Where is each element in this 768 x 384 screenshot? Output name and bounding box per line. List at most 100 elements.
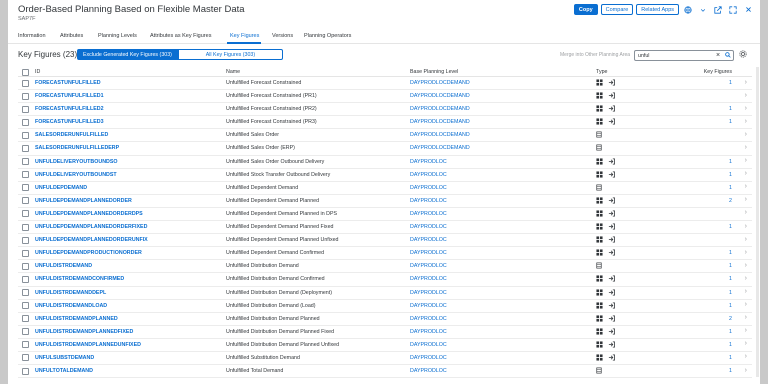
column-header-type[interactable]: Type xyxy=(596,69,607,75)
row-checkbox[interactable] xyxy=(22,354,29,362)
row-checkbox[interactable] xyxy=(22,249,29,257)
row-checkbox[interactable] xyxy=(22,262,29,270)
search-input[interactable]: unful xyxy=(635,53,713,59)
row-id-link[interactable]: UNFULDISTRDEMANDPLANNED xyxy=(35,316,118,322)
row-id-link[interactable]: UNFULDEPDEMANDPLANNEDORDER xyxy=(35,198,132,204)
gear-icon[interactable] xyxy=(739,50,747,60)
chevron-right-icon[interactable]: › xyxy=(745,367,747,374)
row-checkbox[interactable] xyxy=(22,197,29,205)
row-base-planning-level-link[interactable]: DAYPRODLOC xyxy=(410,172,447,178)
row-key-figures-count[interactable]: 1 xyxy=(729,303,732,309)
tab-information[interactable]: Information xyxy=(18,33,46,39)
table-row[interactable]: FORECASTUNFULFILLED2 Unfulfilled Forecast… xyxy=(18,103,752,117)
tab-versions[interactable]: Versions xyxy=(272,33,293,39)
row-key-figures-count[interactable]: 1 xyxy=(729,342,732,348)
fullscreen-icon[interactable] xyxy=(727,4,739,15)
compare-button[interactable]: Compare xyxy=(600,4,634,15)
exclude-generated-button[interactable]: Exclude Generated Key Figures (303) xyxy=(77,49,178,60)
table-row[interactable]: UNFULDEPDEMANDPLANNEDORDERUNFIX Unfulfill… xyxy=(18,234,752,248)
chevron-right-icon[interactable]: › xyxy=(745,327,747,334)
row-key-figures-count[interactable]: 1 xyxy=(729,368,732,374)
table-row[interactable]: SALESORDERUNFULFILLED Unfulfilled Sales O… xyxy=(18,129,752,143)
table-row[interactable]: UNFULDEPDEMANDPLANNEDORDERDPS Unfulfilled… xyxy=(18,208,752,222)
row-checkbox[interactable] xyxy=(22,236,29,244)
row-key-figures-count[interactable]: 1 xyxy=(729,263,732,269)
row-id-link[interactable]: UNFULDISTRDEMANDCONFIRMED xyxy=(35,276,124,282)
table-row[interactable]: UNFULDISTRDEMANDPLANNED Unfulfilled Distr… xyxy=(18,313,752,326)
chevron-right-icon[interactable]: › xyxy=(745,105,747,112)
row-base-planning-level-link[interactable]: DAYPRODLOCDEMAND xyxy=(410,145,470,151)
row-id-link[interactable]: UNFULDELIVERYOUTBOUNDSO xyxy=(35,159,118,165)
row-key-figures-count[interactable]: 1 xyxy=(729,172,732,178)
table-row[interactable]: UNFULDISTRDEMANDCONFIRMED Unfulfilled Dis… xyxy=(18,273,752,287)
row-id-link[interactable]: SALESORDERUNFULFILLEDERP xyxy=(35,145,119,151)
column-header-id[interactable]: ID xyxy=(35,69,40,75)
tab-attributes-as-key-figures[interactable]: Attributes as Key Figures xyxy=(150,33,211,39)
row-base-planning-level-link[interactable]: DAYPRODLOC xyxy=(410,159,447,165)
table-row[interactable]: UNFULDISTRDEMAND Unfulfilled Distribution… xyxy=(18,260,752,274)
row-checkbox[interactable] xyxy=(22,289,29,296)
table-row[interactable]: UNFULDEPDEMANDPRODUCTIONORDER Unfulfilled… xyxy=(18,247,752,261)
row-id-link[interactable]: UNFULDEPDEMANDPRODUCTIONORDER xyxy=(35,250,142,256)
scrollbar[interactable] xyxy=(756,67,759,377)
row-base-planning-level-link[interactable]: DAYPRODLOCDEMAND xyxy=(410,80,470,86)
chevron-right-icon[interactable]: › xyxy=(745,236,747,243)
chevron-right-icon[interactable]: › xyxy=(745,249,747,256)
row-id-link[interactable]: SALESORDERUNFULFILLED xyxy=(35,132,108,138)
row-id-link[interactable]: UNFULDISTRDEMANDPLANNEDUNFIXED xyxy=(35,342,141,348)
row-checkbox[interactable] xyxy=(22,367,29,375)
chevron-right-icon[interactable]: › xyxy=(745,209,747,216)
row-key-figures-count[interactable]: 1 xyxy=(729,106,732,112)
table-row[interactable]: UNFULDEPDEMAND Unfulfilled Dependent Dema… xyxy=(18,182,752,195)
chevron-right-icon[interactable]: › xyxy=(745,144,747,151)
row-base-planning-level-link[interactable]: DAYPRODLOC xyxy=(410,355,447,361)
select-all-checkbox[interactable] xyxy=(22,68,29,76)
table-row[interactable]: UNFULDELIVERYOUTBOUNDST Unfulfilled Stock… xyxy=(18,169,752,182)
row-checkbox[interactable] xyxy=(22,79,29,87)
table-row[interactable]: UNFULDELIVERYOUTBOUNDSO Unfulfilled Sales… xyxy=(18,156,752,169)
table-row[interactable]: UNFULDISTRDEMANDLOAD Unfulfilled Distribu… xyxy=(18,300,752,313)
clear-search-icon[interactable]: × xyxy=(713,52,723,59)
search-field[interactable]: unful × xyxy=(634,50,734,61)
row-id-link[interactable]: UNFULDEPDEMANDPLANNEDORDERDPS xyxy=(35,211,143,217)
row-checkbox[interactable] xyxy=(22,210,29,218)
table-row[interactable]: UNFULTOTALDEMAND Unfulfilled Total Demand… xyxy=(18,365,752,379)
chevron-right-icon[interactable]: › xyxy=(745,170,747,177)
table-row[interactable]: UNFULDISTRDEMANDDEPL Unfulfilled Distribu… xyxy=(18,287,752,300)
row-id-link[interactable]: FORECASTUNFULFILLED xyxy=(35,80,101,86)
row-base-planning-level-link[interactable]: DAYPRODLOCDEMAND xyxy=(410,132,470,138)
close-icon[interactable] xyxy=(742,4,754,15)
row-key-figures-count[interactable]: 1 xyxy=(729,159,732,165)
row-id-link[interactable]: FORECASTUNFULFILLED1 xyxy=(35,93,104,99)
chevron-right-icon[interactable]: › xyxy=(745,353,747,360)
tab-planning-operators[interactable]: Planning Operators xyxy=(304,33,351,39)
row-base-planning-level-link[interactable]: DAYPRODLOC xyxy=(410,368,447,374)
row-base-planning-level-link[interactable]: DAYPRODLOC xyxy=(410,263,447,269)
tab-key-figures[interactable]: Key Figures xyxy=(230,33,259,39)
row-id-link[interactable]: UNFULDEPDEMANDPLANNEDORDERUNFIX xyxy=(35,237,148,243)
row-base-planning-level-link[interactable]: DAYPRODLOC xyxy=(410,290,447,296)
chevron-right-icon[interactable]: › xyxy=(745,92,747,99)
row-checkbox[interactable] xyxy=(22,315,29,323)
chevron-right-icon[interactable]: › xyxy=(745,301,747,308)
row-base-planning-level-link[interactable]: DAYPRODLOCDEMAND xyxy=(410,119,470,125)
row-key-figures-count[interactable]: 2 xyxy=(729,198,732,204)
chevron-right-icon[interactable]: › xyxy=(745,340,747,347)
row-base-planning-level-link[interactable]: DAYPRODLOCDEMAND xyxy=(410,106,470,112)
chevron-right-icon[interactable]: › xyxy=(745,79,747,86)
row-base-planning-level-link[interactable]: DAYPRODLOCDEMAND xyxy=(410,93,470,99)
row-key-figures-count[interactable]: 1 xyxy=(729,355,732,361)
row-base-planning-level-link[interactable]: DAYPRODLOC xyxy=(410,211,447,217)
row-id-link[interactable]: UNFULDISTRDEMANDPLANNEDFIXED xyxy=(35,329,133,335)
row-checkbox[interactable] xyxy=(22,328,29,336)
row-base-planning-level-link[interactable]: DAYPRODLOC xyxy=(410,198,447,204)
copy-button[interactable]: Copy xyxy=(573,4,598,15)
all-key-figures-button[interactable]: All Key Figures (303) xyxy=(177,49,283,60)
table-row[interactable]: FORECASTUNFULFILLED3 Unfulfilled Forecast… xyxy=(18,116,752,130)
row-base-planning-level-link[interactable]: DAYPRODLOC xyxy=(410,185,447,191)
row-id-link[interactable]: UNFULDISTRDEMANDLOAD xyxy=(35,303,107,309)
row-base-planning-level-link[interactable]: DAYPRODLOC xyxy=(410,237,447,243)
row-checkbox[interactable] xyxy=(22,105,29,113)
row-id-link[interactable]: FORECASTUNFULFILLED3 xyxy=(35,119,104,125)
row-base-planning-level-link[interactable]: DAYPRODLOC xyxy=(410,224,447,230)
